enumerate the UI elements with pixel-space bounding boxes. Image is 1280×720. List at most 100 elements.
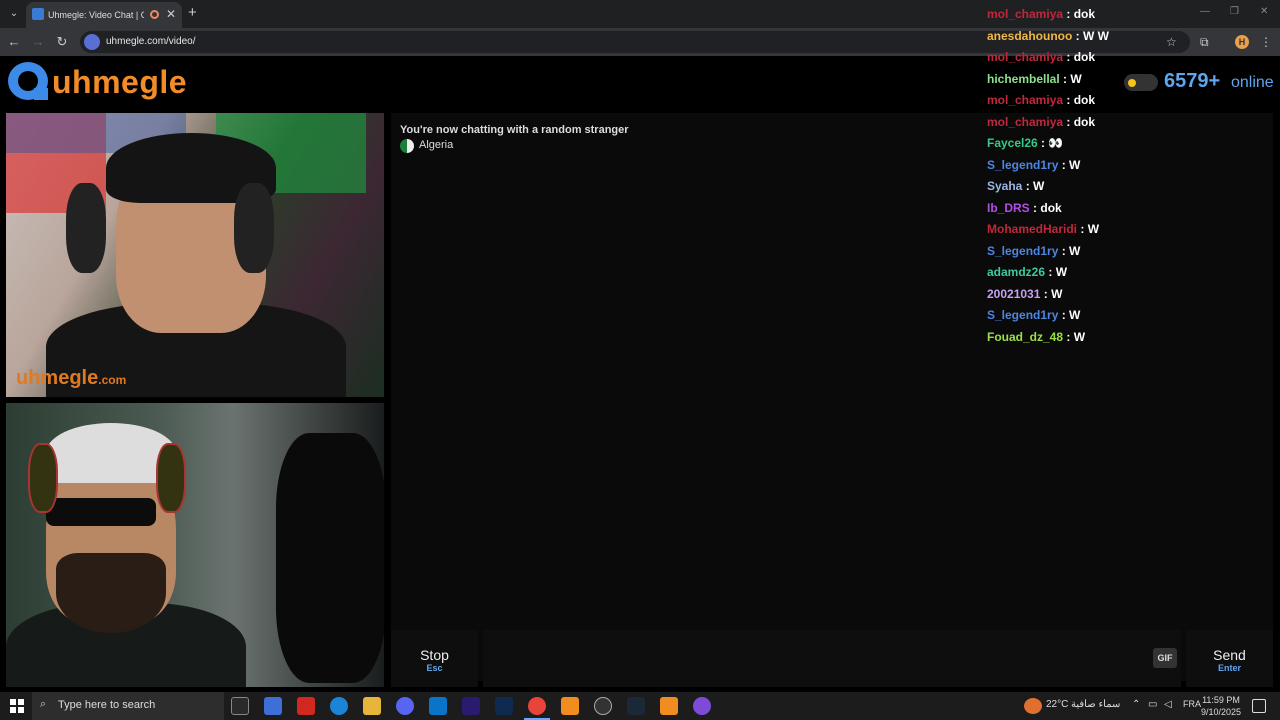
tab-search-icon[interactable]: ⌄ [6,6,22,22]
feed-separator: : [1063,93,1074,107]
feed-username[interactable]: 20021031 [987,287,1040,301]
feed-username[interactable]: S_legend1ry [987,244,1058,258]
tray-chevron-icon[interactable]: ⌃ [1132,699,1140,710]
logo-mark-icon [8,62,48,100]
feed-separator: : [1059,71,1071,86]
feed-username[interactable]: mol_chamiya [987,7,1063,21]
feed-text: dok [1073,114,1096,129]
video-watermark: uhmegle.com [16,367,127,389]
feed-separator: : [1063,50,1074,64]
steam-icon[interactable] [627,697,645,715]
site-logo[interactable]: uhmegle [8,62,198,102]
start-windows-icon[interactable] [10,699,24,713]
file-explorer-icon[interactable] [363,697,381,715]
feed-message: Ib_DRS : dok [987,198,1062,218]
reload-icon[interactable]: ↻ [54,34,70,50]
feed-message: mol_chamiya : dok [987,47,1095,67]
profile-avatar[interactable]: H [1235,35,1249,49]
weather-icon[interactable] [1024,698,1042,714]
volume-icon[interactable]: ◁ [1164,699,1172,710]
network-icon[interactable]: ▭ [1148,699,1157,710]
notifications-icon[interactable] [1252,699,1266,713]
discord-icon[interactable] [396,697,414,715]
forward-icon[interactable]: → [30,34,46,50]
feed-username[interactable]: S_legend1ry [987,308,1058,322]
close-tab-icon[interactable]: ✕ [166,7,176,21]
feed-username[interactable]: Fouad_dz_48 [987,330,1063,344]
chrome-icon[interactable] [528,697,546,715]
feed-text: W [1087,222,1100,236]
feed-text: dok [1073,50,1096,64]
feed-text: W [1073,329,1086,344]
browser-tab[interactable]: Uhmegle: Video Chat | Om ✕ [26,2,182,28]
feed-username[interactable]: hichembellal [987,72,1060,86]
feed-username[interactable]: S_legend1ry [987,158,1058,172]
stop-button[interactable]: Stop Esc [391,630,478,687]
feed-username[interactable]: Ib_DRS [987,201,1030,215]
messenger-icon[interactable] [693,697,711,715]
feed-username[interactable]: MohamedHaridi [987,222,1077,236]
page: uhmegle 6579+ online uhmegle.com You're … [0,56,1280,692]
store-icon[interactable] [264,697,282,715]
feed-message: 20021031 : W [987,284,1062,304]
feed-message: Fouad_dz_48 : W [987,327,1085,347]
browser-menu-icon[interactable]: ⋮ [1260,35,1272,49]
url-text[interactable]: uhmegle.com/video/ [106,35,196,49]
vlc-icon[interactable] [660,697,678,715]
feed-text: W W [1083,28,1110,43]
logo-text: uhmegle [52,64,188,100]
feed-username[interactable]: mol_chamiya [987,50,1063,64]
feed-separator: : [1040,286,1052,301]
clock-date: 9/10/2025 [1200,707,1242,717]
feed-message: S_legend1ry : W [987,305,1080,325]
stranger-video: uhmegle.com [6,113,384,397]
feed-message: MohamedHaridi : W [987,219,1099,239]
site-info-icon[interactable] [84,34,100,50]
self-video [6,403,384,687]
feed-username[interactable]: Faycel26 [987,136,1038,150]
premiere-pro-icon[interactable] [462,697,480,715]
feed-text: 👀 [1048,136,1064,150]
feed-message: anesdahounoo : W W [987,26,1109,46]
weather-condition: سماء صافية [1071,699,1121,710]
new-tab-icon[interactable]: + [188,4,197,21]
theme-toggle[interactable] [1124,74,1158,91]
adobe-illustrator-icon[interactable] [297,697,315,715]
feed-username[interactable]: Syaha [987,179,1022,193]
window-close-icon[interactable]: ✕ [1260,6,1268,17]
tab-title: Uhmegle: Video Chat | Om [48,10,144,20]
feed-separator: : [1058,243,1070,258]
fl-studio-icon[interactable] [561,697,579,715]
send-label: Send [1213,647,1246,663]
obs-icon[interactable] [594,697,612,715]
feed-username[interactable]: mol_chamiya [987,93,1063,107]
edge-icon[interactable] [330,697,348,715]
message-input[interactable] [483,630,1181,687]
send-shortcut: Enter [1217,663,1241,673]
minimize-icon[interactable]: — [1200,6,1210,17]
send-button[interactable]: Send Enter [1186,630,1273,687]
feed-username[interactable]: adamdz26 [987,265,1045,279]
bookmark-star-icon[interactable]: ☆ [1166,35,1177,49]
online-label: online [1231,74,1274,91]
feed-message: Syaha : W [987,176,1044,196]
maximize-icon[interactable]: ❐ [1230,6,1239,17]
back-icon[interactable]: ← [6,34,22,50]
feed-text: W [1055,265,1068,279]
photoshop-icon[interactable] [495,697,513,715]
feed-username[interactable]: anesdahounoo [987,29,1072,43]
clock[interactable]: 11:59 PM 9/10/2025 [1196,694,1246,718]
outlook-icon[interactable] [429,697,447,715]
feed-separator: : [1072,28,1084,43]
task-view-icon[interactable] [231,697,249,715]
extensions-icon[interactable]: ⧉ [1200,35,1209,50]
feed-username[interactable]: mol_chamiya [987,115,1063,129]
feed-separator: : [1022,179,1034,193]
online-count: 6579+ [1164,70,1221,92]
feed-message: S_legend1ry : W [987,241,1080,261]
gif-button[interactable]: GIF [1153,648,1177,668]
taskbar-search[interactable]: ⌕ Type here to search [32,692,224,720]
feed-text: W [1069,157,1081,172]
chat-status-message: You're now chatting with a random strang… [400,124,629,136]
feed-text: W [1069,243,1081,258]
